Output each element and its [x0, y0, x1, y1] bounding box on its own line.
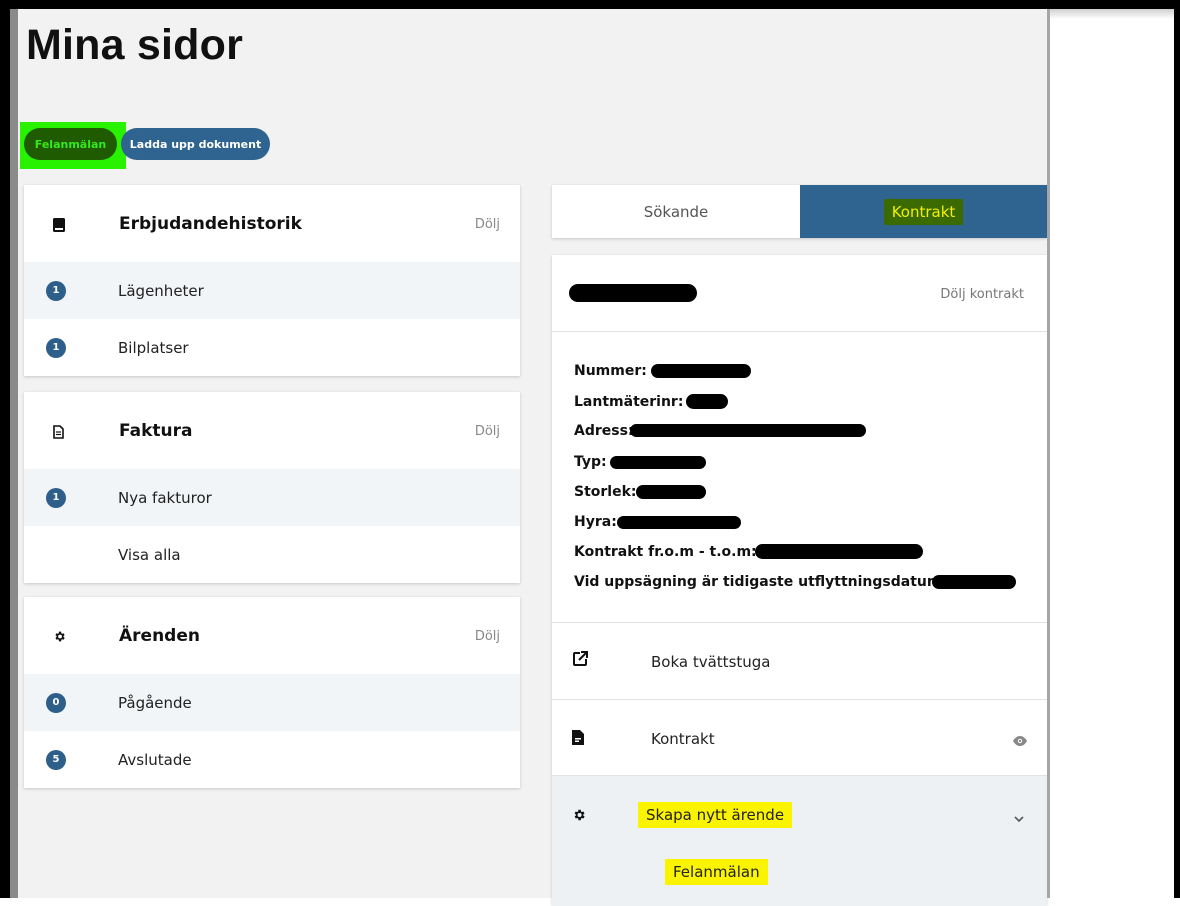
felanmalan-submenu-item[interactable]: Felanmälan [665, 859, 768, 885]
list-item-label: Pågående [118, 693, 192, 712]
erbjudandehistorik-card: Erbjudandehistorik Dölj 1 Lägenheter 1 B… [24, 185, 520, 376]
count-badge: 5 [46, 749, 66, 770]
skapa-nytt-arende-toggle[interactable]: Skapa nytt ärende [638, 802, 793, 828]
field-uppsagning: Vid uppsägning är tidigaste utflyttnings… [574, 574, 948, 590]
field-lantmaterinr: Lantmäterinr: [574, 394, 684, 410]
document-icon [53, 425, 64, 444]
skapa-nytt-arende-section: Skapa nytt ärende [552, 775, 1047, 906]
field-hyra: Hyra: [574, 514, 617, 530]
tab-kontrakt[interactable]: Kontrakt [800, 185, 1047, 238]
list-item-label: Lägenheter [118, 281, 204, 300]
upload-document-button[interactable]: Ladda upp dokument [121, 128, 270, 160]
redacted-contract-name [569, 284, 697, 302]
count-badge: 1 [46, 487, 66, 508]
list-item-label: Bilplatser [118, 338, 189, 357]
field-nummer: Nummer: [574, 363, 647, 379]
frame-top-gradient [1050, 9, 1174, 19]
kontrakt-document-row[interactable]: Kontrakt [552, 699, 1047, 776]
frame-left-inner [10, 9, 18, 898]
redacted-value [610, 456, 706, 469]
card-header: Ärenden Dölj [24, 597, 520, 674]
hide-toggle[interactable]: Dölj [475, 424, 500, 439]
kontrakt-label: Kontrakt [651, 730, 715, 748]
count-badge: 0 [46, 692, 66, 713]
boka-label: Boka tvättstuga [651, 653, 771, 671]
tab-bar: Sökande Kontrakt [552, 185, 1047, 238]
redacted-value [636, 485, 706, 499]
field-storlek: Storlek: [574, 484, 637, 500]
list-item[interactable]: 1 Bilplatser [24, 319, 520, 376]
frame-left [0, 0, 10, 898]
hide-contract-toggle[interactable]: Dölj kontrakt [940, 287, 1024, 302]
list-item-label: Avslutade [118, 750, 192, 769]
count-badge: 1 [46, 280, 66, 301]
redacted-value [932, 575, 1016, 589]
card-title: Ärenden [119, 626, 200, 646]
field-typ: Typ: [574, 454, 607, 470]
list-item[interactable]: 0 Pågående [24, 674, 520, 731]
count-badge: 1 [46, 337, 66, 358]
show-all-link[interactable]: Visa alla [24, 526, 520, 583]
field-adress: Adress: [574, 423, 634, 439]
page-title: Mina sidor [26, 21, 244, 69]
contract-panel: Dölj kontrakt Nummer: Lantmäterinr: Adre… [552, 255, 1047, 906]
hide-toggle[interactable]: Dölj [475, 217, 500, 232]
hide-toggle[interactable]: Dölj [475, 629, 500, 644]
external-link-icon [572, 651, 588, 672]
chevron-down-icon[interactable] [1014, 810, 1024, 828]
redacted-value [686, 394, 728, 409]
tab-kontrakt-label: Kontrakt [883, 198, 964, 225]
field-kontrakt-period: Kontrakt fr.o.m - t.o.m: [574, 544, 757, 560]
arenden-card: Ärenden Dölj 0 Pågående 5 Avslutade [24, 597, 520, 788]
list-item[interactable]: 1 Nya fakturor [24, 469, 520, 526]
boka-tvattstuga-link[interactable]: Boka tvättstuga [552, 622, 1047, 700]
gear-icon [53, 630, 66, 648]
redacted-value [755, 544, 923, 559]
frame-top [0, 0, 1180, 9]
frame-separator [1047, 9, 1050, 898]
frame-right [1174, 9, 1180, 898]
list-item-label: Visa alla [118, 545, 181, 564]
gear-icon [572, 808, 586, 827]
file-pdf-icon [572, 730, 584, 750]
eye-icon[interactable] [1013, 733, 1027, 751]
faktura-card: Faktura Dölj 1 Nya fakturor Visa alla [24, 392, 520, 583]
card-title: Faktura [119, 421, 193, 441]
redacted-value [630, 424, 866, 437]
list-item-label: Nya fakturor [118, 488, 212, 507]
redacted-value [651, 364, 751, 378]
card-header: Erbjudandehistorik Dölj [24, 185, 520, 262]
redacted-value [617, 516, 741, 529]
felanmalan-button[interactable]: Felanmälan [24, 128, 117, 160]
card-title: Erbjudandehistorik [119, 214, 302, 234]
card-header: Faktura Dölj [24, 392, 520, 469]
list-item[interactable]: 5 Avslutade [24, 731, 520, 788]
book-icon [53, 218, 65, 237]
tab-sokande[interactable]: Sökande [552, 185, 800, 238]
list-item[interactable]: 1 Lägenheter [24, 262, 520, 319]
contract-header: Dölj kontrakt [552, 255, 1047, 332]
